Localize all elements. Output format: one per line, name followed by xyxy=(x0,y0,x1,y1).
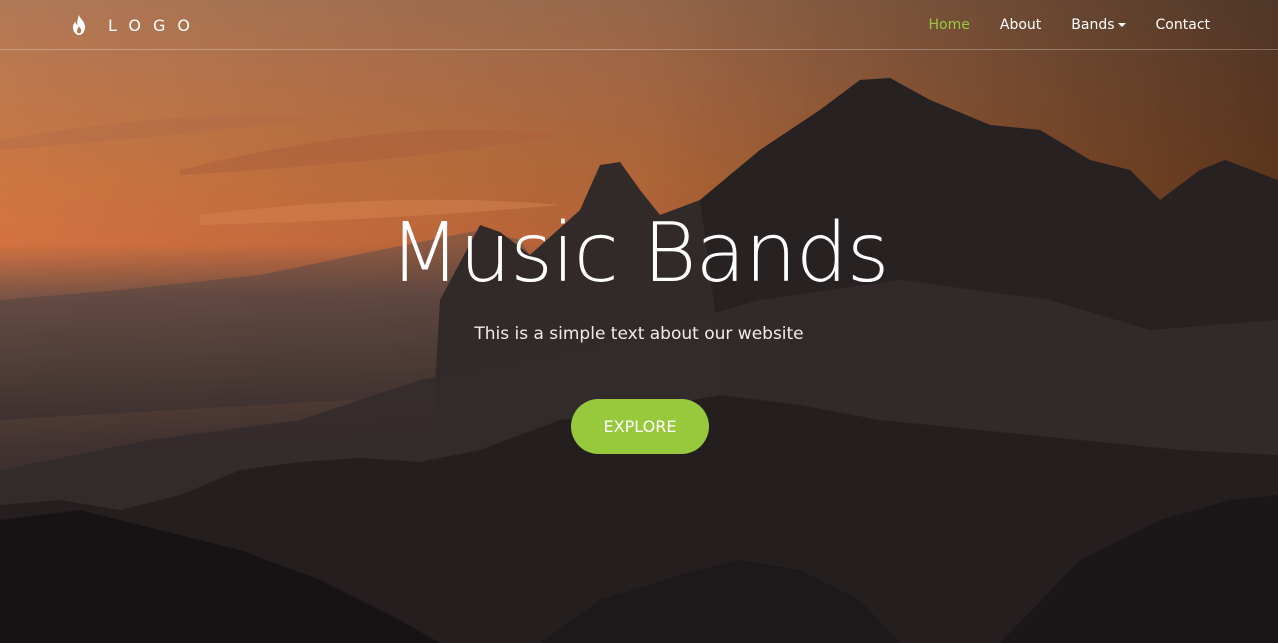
hero-subtitle: This is a simple text about our website xyxy=(474,324,804,344)
flame-icon xyxy=(73,15,85,35)
nav-item-contact[interactable]: Contact xyxy=(1156,17,1210,33)
nav-item-about[interactable]: About xyxy=(1000,17,1041,33)
hero-title: Music Bands xyxy=(389,206,889,301)
nav-item-home[interactable]: Home xyxy=(929,17,970,33)
nav-item-label: Bands xyxy=(1071,17,1115,33)
nav-item-label: Home xyxy=(928,17,970,33)
nav-item-label: Contact xyxy=(1155,17,1210,33)
nav-item-label: About xyxy=(999,17,1042,33)
main-nav: Home About Bands Contact xyxy=(899,0,1210,50)
nav-item-bands[interactable]: Bands xyxy=(1071,17,1126,33)
navbar: LOGO Home About Bands Contact xyxy=(0,0,1278,50)
logo[interactable]: LOGO xyxy=(70,13,202,37)
chevron-down-icon xyxy=(1117,23,1126,27)
logo-text: LOGO xyxy=(108,15,202,35)
page: LOGO Home About Bands Contact Music Band… xyxy=(0,0,1278,643)
hero-background-image xyxy=(0,0,1278,643)
explore-button[interactable]: EXPLORE xyxy=(571,399,709,454)
